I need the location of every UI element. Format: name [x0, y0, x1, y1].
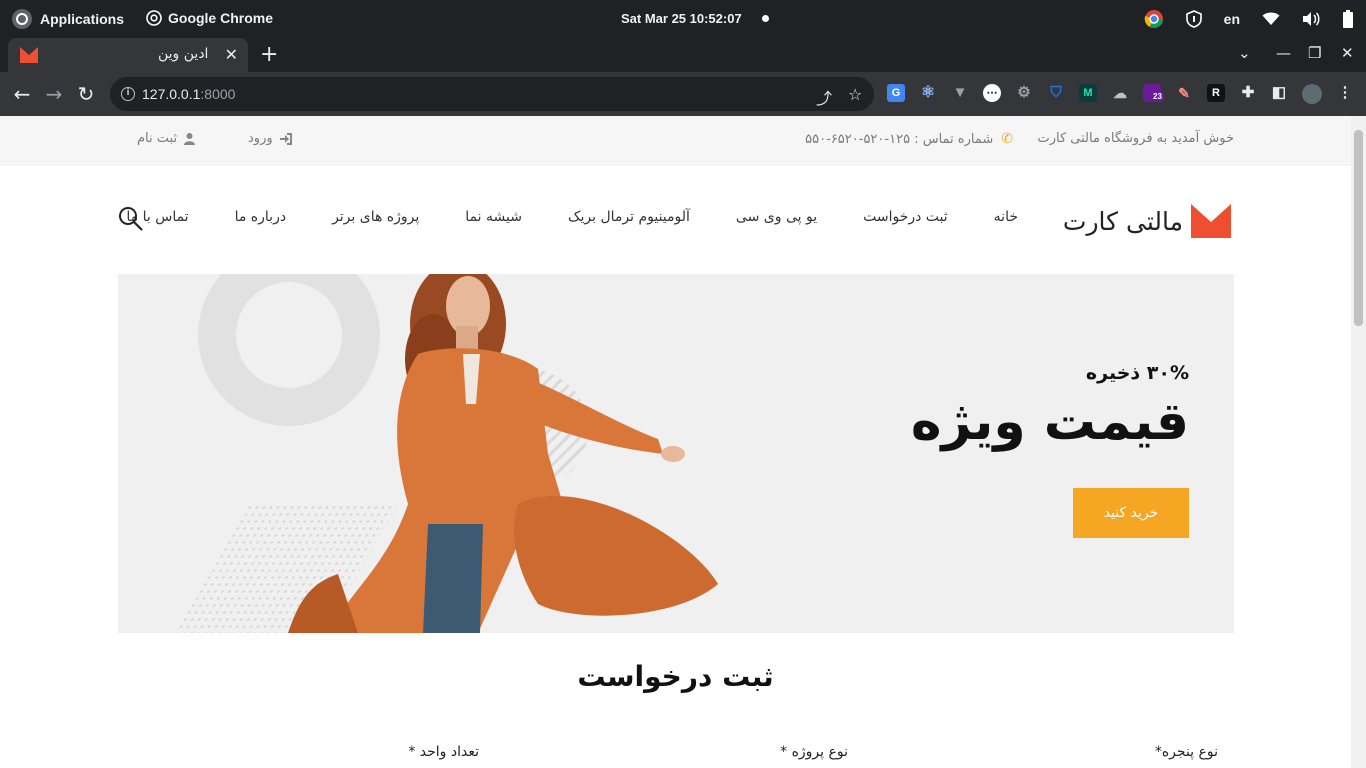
- notification-dot: [762, 15, 769, 22]
- brand-name: مالتی کارت: [1062, 206, 1183, 236]
- cloud-extension-icon[interactable]: ☁: [1111, 84, 1129, 102]
- extension-badge: 23: [1151, 92, 1164, 102]
- project-type-label: نوع پروژه *: [780, 744, 848, 760]
- menu-item-glass-facade[interactable]: شیشه نما: [465, 209, 522, 225]
- applications-menu[interactable]: Applications: [12, 9, 124, 29]
- address-bar[interactable]: i 127.0.0.1:8000 ⤴ ☆: [110, 77, 874, 111]
- menu-item-upvc[interactable]: یو پی وی سی: [736, 209, 817, 225]
- reload-button[interactable]: ↻: [75, 83, 97, 105]
- extensions-puzzle-icon[interactable]: ✚: [1239, 84, 1257, 102]
- search-icon[interactable]: [118, 206, 144, 232]
- buy-now-button[interactable]: خرید کنید: [1073, 488, 1189, 538]
- m-extension-icon[interactable]: M: [1079, 84, 1097, 102]
- language-indicator[interactable]: en: [1224, 8, 1240, 30]
- battery-icon[interactable]: [1342, 8, 1354, 30]
- welcome-text: خوش آمدید به فروشگاه مالتی کارت: [1037, 131, 1234, 146]
- r-extension-icon[interactable]: R: [1207, 84, 1225, 102]
- chrome-menu-icon[interactable]: ⋮: [1336, 84, 1354, 102]
- hero-banner: ۳۰% ذخیره قیمت ویژه خرید کنید: [118, 274, 1234, 633]
- page-scrollbar[interactable]: [1351, 116, 1366, 768]
- pencil-extension-icon[interactable]: ✎: [1175, 84, 1193, 102]
- extension-circle-icon[interactable]: ⋯: [983, 84, 1001, 102]
- applications-label: Applications: [40, 11, 125, 27]
- tab-search-icon[interactable]: ⌄: [1238, 44, 1251, 62]
- web-page: خوش آمدید به فروشگاه مالتی کارت ✆ شماره …: [0, 116, 1351, 768]
- profile-avatar[interactable]: [1302, 84, 1322, 104]
- brand-logo-icon: [1191, 204, 1231, 238]
- gear-extension-icon[interactable]: ⚙: [1015, 84, 1033, 102]
- google-translate-extension-icon[interactable]: G: [887, 84, 905, 102]
- site-top-bar: خوش آمدید به فروشگاه مالتی کارت ✆ شماره …: [0, 116, 1351, 166]
- sign-in-icon: [279, 132, 292, 145]
- forward-button[interactable]: →: [43, 83, 65, 105]
- phone-info: ✆ شماره تماس : ۱۲۵-۵۲۰-۶۵۲۰-۵۵۰: [805, 131, 1013, 147]
- user-icon: [184, 132, 196, 145]
- share-icon[interactable]: ⤴: [816, 85, 832, 109]
- url-text: 127.0.0.1:8000: [142, 86, 236, 102]
- window-type-label: نوع پنجره*: [1154, 744, 1218, 760]
- request-section-title: ثبت درخواست: [559, 660, 792, 693]
- menu-item-thermal-aluminum[interactable]: آلومینیوم ترمال بریک: [568, 209, 690, 225]
- browser-toolbar: ← → ↻ i 127.0.0.1:8000 ⤴ ☆ G ⚛ ▼ ⋯ ⚙ ⛉ M…: [0, 72, 1366, 116]
- shield-extension-icon[interactable]: ⛉: [1047, 84, 1065, 102]
- chrome-tray-icon[interactable]: [1144, 8, 1164, 30]
- active-app-indicator[interactable]: Google Chrome: [146, 10, 273, 26]
- new-tab-button[interactable]: +: [260, 42, 278, 67]
- site-favicon-icon: [20, 47, 38, 63]
- restore-window-button[interactable]: ❐: [1308, 44, 1321, 62]
- unit-count-label: تعداد واحد *: [408, 744, 479, 760]
- register-link[interactable]: ثبت نام: [137, 131, 196, 146]
- site-logo[interactable]: مالتی کارت: [1063, 204, 1231, 238]
- activities-icon: [12, 9, 32, 29]
- site-info-icon[interactable]: i: [121, 87, 135, 101]
- site-header: مالتی کارت خانه ثبت درخواست یو پی وی سی …: [0, 166, 1351, 274]
- minimize-window-button[interactable]: —: [1276, 44, 1291, 62]
- phone-icon: ✆: [1001, 131, 1013, 147]
- hero-headline: قیمت ویژه: [910, 392, 1189, 452]
- browser-tab-strip: ادین وین ✕ + ⌄ — ❐ ✕: [0, 38, 1366, 72]
- menu-item-home[interactable]: خانه: [994, 209, 1018, 225]
- vue-devtools-extension-icon[interactable]: ▼: [951, 84, 969, 102]
- browser-tab[interactable]: ادین وین ✕: [8, 38, 248, 72]
- phone-text: شماره تماس : ۱۲۵-۵۲۰-۶۵۲۰-۵۵۰: [805, 131, 994, 147]
- tab-title: ادین وین: [158, 46, 209, 62]
- chrome-outline-icon: [146, 10, 162, 26]
- side-panel-icon[interactable]: ◧: [1270, 84, 1288, 102]
- tab-close-icon[interactable]: ✕: [225, 45, 238, 64]
- menu-item-top-projects[interactable]: پروژه های برتر: [332, 209, 419, 225]
- stack-extension-icon[interactable]: 23: [1143, 84, 1164, 102]
- shield-icon[interactable]: [1185, 8, 1202, 30]
- bookmark-star-icon[interactable]: ☆: [848, 85, 862, 104]
- wifi-icon[interactable]: [1262, 8, 1280, 30]
- active-app-label: Google Chrome: [168, 10, 274, 26]
- scrollbar-thumb[interactable]: [1354, 130, 1363, 326]
- login-label: ورود: [248, 131, 273, 146]
- back-button[interactable]: ←: [11, 83, 33, 105]
- volume-icon[interactable]: [1302, 8, 1320, 30]
- hero-model-image: [288, 274, 718, 633]
- discount-text: ۳۰% ذخیره: [1085, 362, 1189, 384]
- login-link[interactable]: ورود: [248, 131, 293, 146]
- menu-item-about[interactable]: درباره ما: [235, 209, 286, 225]
- system-tray: en: [1144, 8, 1354, 30]
- close-window-button[interactable]: ✕: [1341, 44, 1354, 62]
- request-section-title-text: ثبت درخواست: [577, 660, 774, 693]
- menu-item-request[interactable]: ثبت درخواست: [863, 209, 948, 225]
- main-menu: خانه ثبت درخواست یو پی وی سی آلومینیوم ت…: [126, 209, 1018, 225]
- system-clock[interactable]: Sat Mar 25 10:52:07: [621, 11, 742, 26]
- os-top-bar: Applications Google Chrome Sat Mar 25 10…: [0, 0, 1366, 38]
- react-devtools-extension-icon[interactable]: ⚛: [919, 84, 937, 102]
- register-label: ثبت نام: [137, 131, 178, 146]
